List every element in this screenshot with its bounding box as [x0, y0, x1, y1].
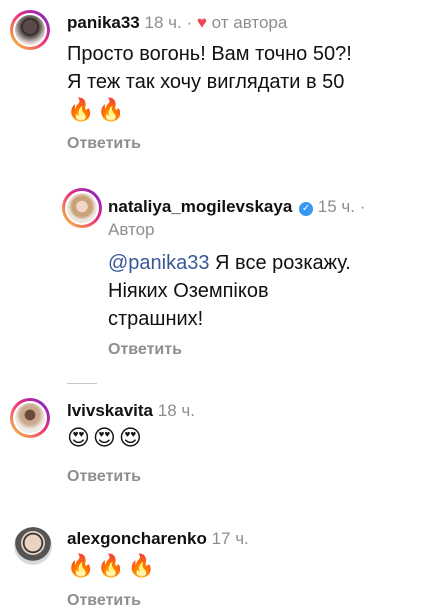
- heart-icon: ♥: [196, 13, 207, 32]
- comment-text: @panika33 Я все розкажу. Ніяких Оземпіко…: [108, 252, 351, 330]
- avatar[interactable]: [10, 398, 50, 438]
- timestamp: 18 ч.: [157, 401, 195, 420]
- comment-header: lvivskavita 18 ч.: [67, 400, 195, 422]
- emoji-fire: 🔥🔥🔥: [67, 553, 159, 578]
- username[interactable]: alexgoncharenko: [67, 529, 207, 548]
- verified-badge-icon: ✓: [299, 202, 314, 216]
- emoji-heart-eyes: 😍😍😍: [67, 425, 145, 450]
- username[interactable]: lvivskavita: [67, 401, 153, 420]
- username[interactable]: nataliya_mogilevskaya: [108, 197, 292, 216]
- avatar[interactable]: [10, 10, 50, 50]
- emoji-fire: 🔥🔥: [67, 97, 128, 122]
- timestamp: 18 ч.: [144, 13, 182, 32]
- author-tag: Автор: [108, 220, 155, 239]
- username[interactable]: panika33: [67, 13, 140, 32]
- reply-button[interactable]: Ответить: [67, 468, 141, 486]
- comment-header: alexgoncharenko 17 ч.: [67, 528, 249, 550]
- comment-header: panika33 18 ч. · ♥ от автора: [67, 13, 288, 32]
- comment-header: nataliya_mogilevskaya ✓ 15 ч. ·: [108, 197, 366, 216]
- divider: [67, 383, 97, 384]
- reply-button[interactable]: Ответить: [108, 341, 182, 359]
- liked-by-author: от автора: [211, 13, 288, 32]
- reply-button[interactable]: Ответить: [67, 592, 141, 610]
- avatar[interactable]: [14, 527, 52, 565]
- reply-button[interactable]: Ответить: [67, 135, 141, 153]
- mention-link[interactable]: @panika33: [108, 252, 209, 274]
- avatar[interactable]: [62, 188, 102, 228]
- comment-text: Просто вогонь! Вам точно 50?! Я теж так …: [67, 43, 352, 122]
- timestamp: 17 ч.: [211, 529, 249, 548]
- timestamp: 15 ч.: [317, 197, 355, 216]
